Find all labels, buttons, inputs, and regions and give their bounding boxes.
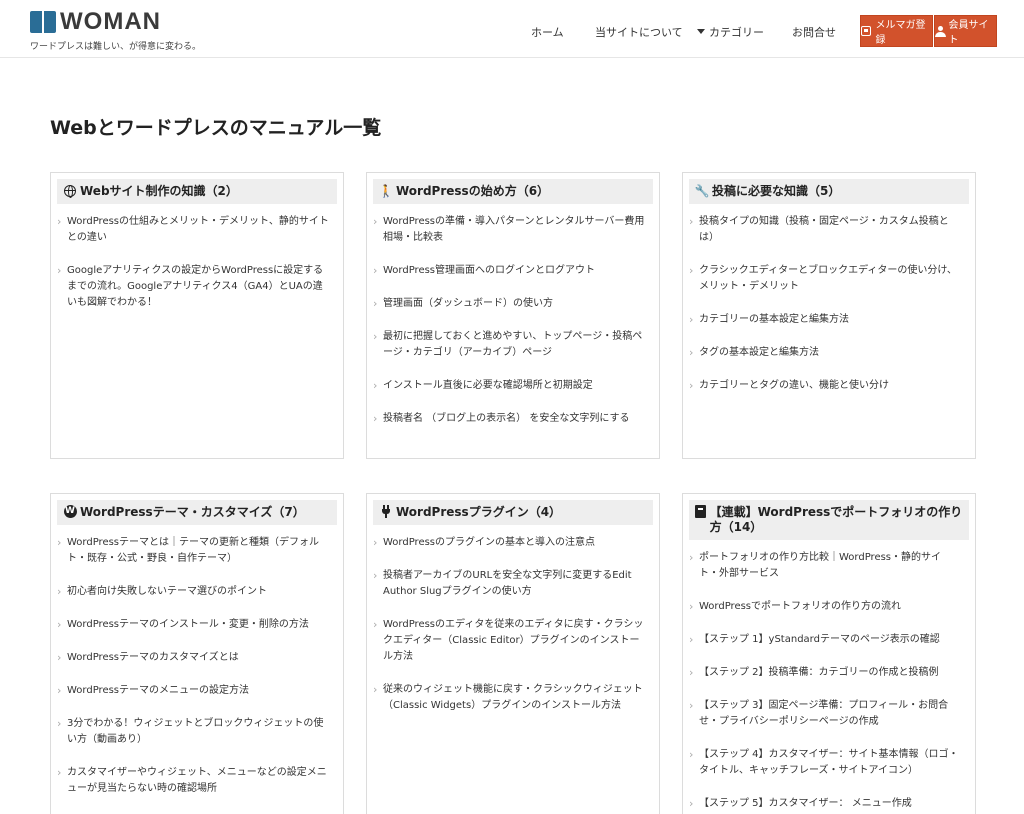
user-icon <box>935 25 946 37</box>
globe-icon <box>64 185 76 198</box>
list-item[interactable]: WordPressのエディタを従来のエディタに戻す・クラシックエディター（Cla… <box>373 617 645 665</box>
newsletter-button-label: メルマガ登録 <box>875 20 926 46</box>
book-logo-icon <box>30 11 56 33</box>
site-logo[interactable]: WOMAN <box>30 10 161 34</box>
list-item[interactable]: WordPressテーマのカスタマイズとは <box>57 650 329 666</box>
list-item[interactable]: カスタマイザーやウィジェット、メニューなどの設定メニューが見当たらない時の確認場… <box>57 765 329 797</box>
card-title[interactable]: 🔧 投稿に必要な知識（5） <box>689 179 969 204</box>
member-site-button[interactable]: 会員サイト <box>934 15 997 47</box>
nav-category[interactable]: カテゴリー <box>697 24 764 40</box>
list-item[interactable]: Googleアナリティクスの設定からWordPressに設定するまでの流れ。Go… <box>57 263 329 311</box>
list-item[interactable]: 3分でわかる！ウィジェットとブロックウィジェットの使い方（動画あり） <box>57 716 329 748</box>
card-title[interactable]: 🚶 WordPressの始め方（6） <box>373 179 653 204</box>
list-item[interactable]: WordPressテーマとは｜テーマの更新と種類（デフォルト・既存・公式・野良・… <box>57 535 329 567</box>
category-card-getting-started: 🚶 WordPressの始め方（6） WordPressの準備・導入パターンとレ… <box>366 172 660 459</box>
list-item[interactable]: WordPressの仕組みとメリット・デメリット、静的サイトとの違い <box>57 214 329 246</box>
card-title[interactable]: Webサイト制作の知識（2） <box>57 179 337 204</box>
site-tagline: ワードプレスは難しい、が得意に変わる。 <box>30 42 202 52</box>
list-item[interactable]: タグの基本設定と編集方法 <box>689 345 961 361</box>
wordpress-icon: W <box>63 505 77 518</box>
list-item[interactable]: WordPressでポートフォリオの作り方の流れ <box>689 599 961 615</box>
mail-icon <box>861 26 872 36</box>
wrench-icon: 🔧 <box>694 184 710 198</box>
plug-icon <box>380 505 392 518</box>
site-header: WOMAN ワードプレスは難しい、が得意に変わる。 ホーム 当サイトについて カ… <box>0 0 1024 58</box>
list-item[interactable]: ポートフォリオの作り方比較｜WordPress・静的サイト・外部サービス <box>689 550 961 582</box>
category-card-themes: W WordPressテーマ・カスタマイズ（7） WordPressテーマとは｜… <box>50 493 344 814</box>
list-item[interactable]: 管理画面（ダッシュボード）の使い方 <box>373 296 645 312</box>
logo-text: WOMAN <box>60 8 161 35</box>
list-item[interactable]: 【ステップ 4】カスタマイザー：サイト基本情報（ロゴ・タイトル、キャッチフレーズ… <box>689 747 961 779</box>
caret-down-icon <box>697 29 705 34</box>
nav-about[interactable]: 当サイトについて <box>595 24 683 40</box>
category-card-web: Webサイト制作の知識（2） WordPressの仕組みとメリット・デメリット、… <box>50 172 344 459</box>
card-title[interactable]: WordPressプラグイン（4） <box>373 500 653 525</box>
book-icon <box>695 505 707 518</box>
category-card-plugins: WordPressプラグイン（4） WordPressのプラグインの基本と導入の… <box>366 493 660 814</box>
list-item[interactable]: カテゴリーとタグの違い、機能と使い分け <box>689 378 961 394</box>
list-item[interactable]: クラシックエディターとブロックエディターの使い分け、メリット・デメリット <box>689 263 961 295</box>
list-item[interactable]: 投稿者名 （ブログ上の表示名） を安全な文字列にする <box>373 411 645 427</box>
list-item[interactable]: WordPressのプラグインの基本と導入の注意点 <box>373 535 645 551</box>
nav-category-label: カテゴリー <box>709 26 764 39</box>
page-title: Webとワードプレスのマニュアル一覧 <box>50 117 382 139</box>
category-card-portfolio: 【連載】WordPressでポートフォリオの作り方（14） ポートフォリオの作り… <box>682 493 976 814</box>
list-item[interactable]: 【ステップ 1】yStandardテーマのページ表示の確認 <box>689 632 961 648</box>
newsletter-button[interactable]: メルマガ登録 <box>860 15 933 47</box>
list-item[interactable]: 【ステップ 3】固定ページ準備：プロフィール・お問合せ・プライバシーポリシーペー… <box>689 698 961 730</box>
list-item[interactable]: 初心者向け失敗しないテーマ選びのポイント <box>57 584 329 600</box>
card-title[interactable]: 【連載】WordPressでポートフォリオの作り方（14） <box>689 500 969 540</box>
list-item[interactable]: WordPressテーマのメニューの設定方法 <box>57 683 329 699</box>
nav-contact[interactable]: お問合せ <box>792 24 836 40</box>
list-item[interactable]: 最初に把握しておくと進めやすい、トップページ・投稿ページ・カテゴリ（アーカイブ）… <box>373 329 645 361</box>
card-title[interactable]: W WordPressテーマ・カスタマイズ（7） <box>57 500 337 525</box>
walking-person-icon: 🚶 <box>378 184 394 198</box>
list-item[interactable]: WordPress管理画面へのログインとログアウト <box>373 263 645 279</box>
list-item[interactable]: WordPressの準備・導入パターンとレンタルサーバー費用相場・比較表 <box>373 214 645 246</box>
member-site-button-label: 会員サイト <box>948 20 989 46</box>
list-item[interactable]: インストール直後に必要な確認場所と初期設定 <box>373 378 645 394</box>
category-card-posting: 🔧 投稿に必要な知識（5） 投稿タイプの知識（投稿・固定ページ・カスタム投稿とは… <box>682 172 976 459</box>
list-item[interactable]: WordPressテーマのインストール・変更・削除の方法 <box>57 617 329 633</box>
list-item[interactable]: 投稿者アーカイブのURLを安全な文字列に変更するEdit Author Slug… <box>373 568 645 600</box>
nav-home[interactable]: ホーム <box>531 24 564 40</box>
list-item[interactable]: 投稿タイプの知識（投稿・固定ページ・カスタム投稿とは） <box>689 214 961 246</box>
list-item[interactable]: 【ステップ 5】カスタマイザー： メニュー作成 <box>689 796 961 812</box>
list-item[interactable]: カテゴリーの基本設定と編集方法 <box>689 312 961 328</box>
list-item[interactable]: 従来のウィジェット機能に戻す・クラシックウィジェット（Classic Widge… <box>373 682 645 714</box>
list-item[interactable]: 【ステップ 2】投稿準備：カテゴリーの作成と投稿例 <box>689 665 961 681</box>
